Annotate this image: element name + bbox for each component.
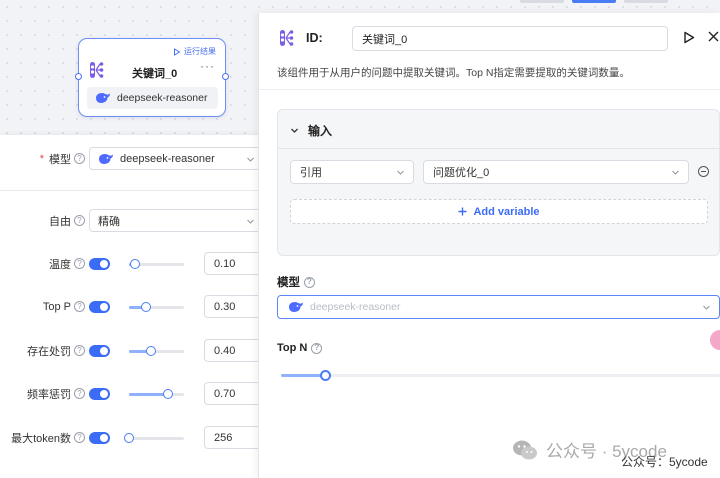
freedom-select-value: 精确: [98, 215, 120, 228]
slider-handle[interactable]: [140, 302, 151, 312]
deepseek-whale-icon: [96, 93, 110, 103]
close-icon[interactable]: [707, 30, 720, 43]
help-icon[interactable]: ?: [74, 345, 85, 356]
param-toggle[interactable]: [89, 388, 110, 400]
node-id-input[interactable]: 关键词_0: [352, 26, 668, 51]
input-section-header[interactable]: 输入: [290, 122, 332, 139]
slider-handle[interactable]: [319, 370, 331, 381]
param-toggle[interactable]: [89, 345, 110, 357]
help-icon[interactable]: ?: [74, 388, 85, 399]
help-icon[interactable]: ?: [311, 342, 323, 354]
play-outline-icon: [174, 47, 181, 56]
param-slider[interactable]: [129, 346, 184, 356]
keyword-node-card[interactable]: 运行结果 关键词_0 ··· deepseek-reasoner: [75, 38, 229, 117]
watermark-subtext: 公众号：5ycode: [621, 455, 708, 469]
node-input-port[interactable]: [75, 73, 82, 80]
param-slider[interactable]: [129, 259, 184, 269]
param-slider[interactable]: [129, 302, 184, 312]
input-section-title: 输入: [308, 124, 333, 138]
toolbar-fragment: [624, 0, 668, 3]
param-value-input[interactable]: 0.30: [204, 295, 264, 318]
chevron-down-icon: [672, 170, 679, 175]
param-toggle[interactable]: [89, 301, 110, 313]
chevron-down-icon: [291, 128, 298, 133]
freedom-select[interactable]: 精确: [89, 209, 264, 232]
help-icon[interactable]: ?: [74, 215, 85, 226]
run-node-play-icon[interactable]: [683, 31, 695, 44]
remove-variable-icon[interactable]: [698, 166, 709, 177]
id-label: ID:: [306, 31, 323, 45]
node-config-panel: ID: 关键词_0 该组件用于从用户的问题中提取关键词。Top N指定需要提取的…: [258, 13, 720, 478]
param-value-input[interactable]: 256: [204, 426, 264, 449]
node-description: 该组件用于从用户的问题中提取关键词。Top N指定需要提取的关键词数量。: [277, 67, 630, 79]
keyword-extract-icon: [87, 60, 107, 80]
param-value-input[interactable]: 0.70: [204, 382, 264, 405]
run-result-button[interactable]: 运行结果: [173, 46, 216, 57]
section-divider: [0, 190, 276, 191]
top-n-slider[interactable]: [281, 370, 720, 381]
toolbar-fragment: [520, 0, 564, 3]
required-asterisk: *: [39, 152, 44, 165]
node-model-label: deepseek-reasoner: [117, 92, 208, 104]
param-toggle[interactable]: [89, 432, 110, 444]
param-value-input[interactable]: 0.10: [204, 252, 264, 275]
help-icon[interactable]: ?: [304, 276, 315, 288]
model-select[interactable]: deepseek-reasoner: [277, 295, 720, 319]
chevron-down-icon: [247, 219, 254, 224]
slider-handle[interactable]: [146, 346, 156, 356]
add-variable-button[interactable]: Add variable: [290, 199, 708, 224]
slider-handle[interactable]: [124, 433, 134, 443]
param-label: 温度: [49, 258, 71, 271]
slider-handle[interactable]: [129, 259, 140, 269]
param-slider[interactable]: [129, 389, 184, 399]
header-divider: [259, 89, 720, 90]
model-settings-panel: * 模型 ? deepseek-reasoner 自由 ? 精确 温度? 0.1…: [0, 135, 276, 478]
param-label: 最大token数: [11, 432, 71, 445]
top-toolbar-fragments: [520, 0, 668, 3]
wechat-icon: [513, 440, 537, 459]
slider-handle[interactable]: [162, 389, 173, 399]
node-model-badge: deepseek-reasoner: [87, 87, 218, 109]
variable-select-value: 问题优化_0: [433, 167, 490, 179]
more-options-icon[interactable]: ···: [200, 59, 215, 73]
reference-type-select[interactable]: 引用: [290, 160, 414, 184]
param-label: Top P: [42, 300, 71, 313]
add-variable-label: Add variable: [473, 205, 540, 218]
help-icon[interactable]: ?: [74, 301, 85, 312]
run-result-label: 运行结果: [184, 47, 216, 56]
deepseek-whale-icon: [289, 302, 303, 312]
model-field-label: * 模型 ?: [0, 151, 85, 167]
toolbar-fragment-active: [572, 0, 616, 3]
keyword-extract-icon: [277, 28, 297, 48]
param-label: 频率惩罚: [27, 388, 71, 401]
help-icon[interactable]: ?: [74, 258, 85, 269]
model-field-label: 模型 ?: [277, 274, 315, 290]
help-icon[interactable]: ?: [74, 153, 85, 164]
section-divider: [278, 148, 719, 149]
reference-type-value: 引用: [300, 167, 322, 179]
node-output-port[interactable]: [222, 73, 229, 80]
input-section: 输入 引用 问题优化_0 Add variable: [277, 109, 720, 256]
deepseek-whale-icon: [99, 153, 113, 164]
param-label: 存在处罚: [27, 345, 71, 358]
model-select-placeholder: deepseek-reasoner: [310, 301, 401, 313]
node-title: 关键词_0: [132, 68, 178, 80]
freedom-field-label: 自由 ?: [0, 213, 85, 229]
model-select[interactable]: deepseek-reasoner: [89, 147, 264, 170]
chevron-down-icon: [247, 157, 254, 162]
param-value-input[interactable]: 0.40: [204, 339, 264, 362]
help-icon[interactable]: ?: [74, 432, 85, 443]
param-toggle[interactable]: [89, 258, 110, 270]
chevron-down-icon: [397, 170, 404, 175]
chevron-down-icon: [703, 305, 710, 310]
top-n-label: Top N ?: [277, 342, 323, 354]
param-slider[interactable]: [124, 433, 184, 443]
model-select-value: deepseek-reasoner: [120, 152, 215, 165]
plus-icon: [458, 207, 467, 216]
variable-select[interactable]: 问题优化_0: [423, 160, 689, 184]
